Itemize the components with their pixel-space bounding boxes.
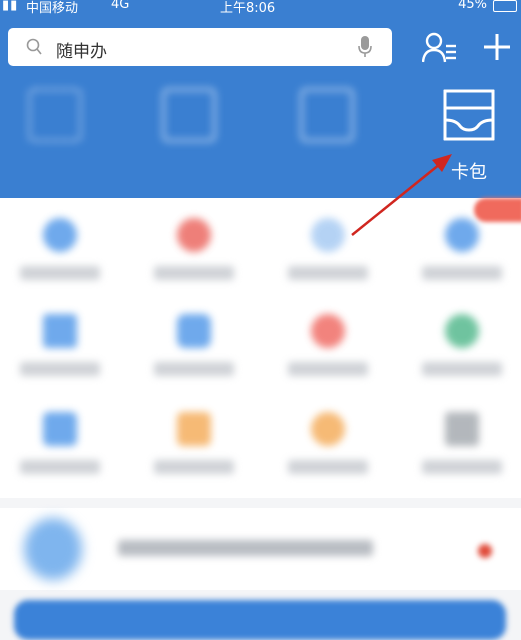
- service-item-more[interactable]: [402, 412, 521, 502]
- service-item[interactable]: [134, 218, 254, 308]
- more-icon: [445, 412, 479, 446]
- service-label: [422, 460, 502, 474]
- play-icon: [300, 88, 354, 142]
- service-icon: [177, 218, 211, 252]
- service-item[interactable]: [0, 412, 120, 502]
- service-label: [154, 460, 234, 474]
- service-item[interactable]: [268, 218, 388, 308]
- service-item[interactable]: [402, 314, 521, 404]
- service-label: [154, 362, 234, 376]
- service-icon: [445, 314, 479, 348]
- service-icon: [177, 412, 211, 446]
- card-wallet-icon: [443, 89, 495, 141]
- service-icon: [445, 218, 479, 252]
- plus-icon[interactable]: [482, 32, 512, 66]
- service-icon: [311, 314, 345, 348]
- promo-card[interactable]: [14, 600, 506, 640]
- card-icon: [162, 88, 216, 142]
- signal-bars-icon: ▮▮: [2, 0, 19, 13]
- battery-level: 45%: [458, 0, 487, 12]
- person-list-icon[interactable]: [421, 32, 458, 68]
- mascot-icon: [24, 518, 82, 580]
- service-grid: [0, 198, 521, 498]
- service-label: [154, 266, 234, 280]
- service-label: [288, 266, 368, 280]
- service-icon: [43, 314, 77, 348]
- search-bar[interactable]: 随申办: [8, 28, 392, 66]
- status-bar: ▮▮ 中国移动 4G 上午8:06 45%: [0, 0, 521, 16]
- service-label: [20, 362, 100, 376]
- service-label: [20, 266, 100, 280]
- service-icon: [311, 412, 345, 446]
- scan-icon: [28, 88, 82, 142]
- service-label: [288, 362, 368, 376]
- network-type: 4G: [111, 0, 130, 12]
- notification-dot: [478, 544, 492, 558]
- carrier-name: 中国移动: [26, 1, 79, 16]
- app-header: 随申办 卡包: [0, 16, 521, 198]
- service-icon: [177, 314, 211, 348]
- status-time: 上午8:06: [220, 1, 276, 16]
- microphone-icon[interactable]: [358, 36, 372, 62]
- quick-action-play[interactable]: [272, 88, 382, 198]
- service-icon: [311, 218, 345, 252]
- service-icon: [43, 412, 77, 446]
- service-item[interactable]: [0, 218, 120, 308]
- service-label: [288, 460, 368, 474]
- quick-action-scan[interactable]: [0, 88, 110, 198]
- service-item[interactable]: [268, 412, 388, 502]
- service-item[interactable]: [0, 314, 120, 404]
- service-label: [422, 266, 502, 280]
- service-item[interactable]: [134, 314, 254, 404]
- service-label: [20, 460, 100, 474]
- service-item[interactable]: [134, 412, 254, 502]
- new-badge: [474, 198, 521, 222]
- service-icon: [43, 218, 77, 252]
- service-label: [422, 362, 502, 376]
- search-input[interactable]: 随申办: [56, 37, 107, 62]
- battery-icon: [493, 0, 517, 12]
- service-item[interactable]: [268, 314, 388, 404]
- service-item[interactable]: [402, 218, 521, 308]
- search-icon: [26, 38, 42, 60]
- banner-text: [118, 540, 373, 556]
- quick-action-card[interactable]: [134, 88, 244, 198]
- card-wallet-label: 卡包: [451, 162, 487, 183]
- quick-action-card-wallet[interactable]: 卡包: [414, 88, 521, 198]
- notice-banner[interactable]: [0, 508, 521, 590]
